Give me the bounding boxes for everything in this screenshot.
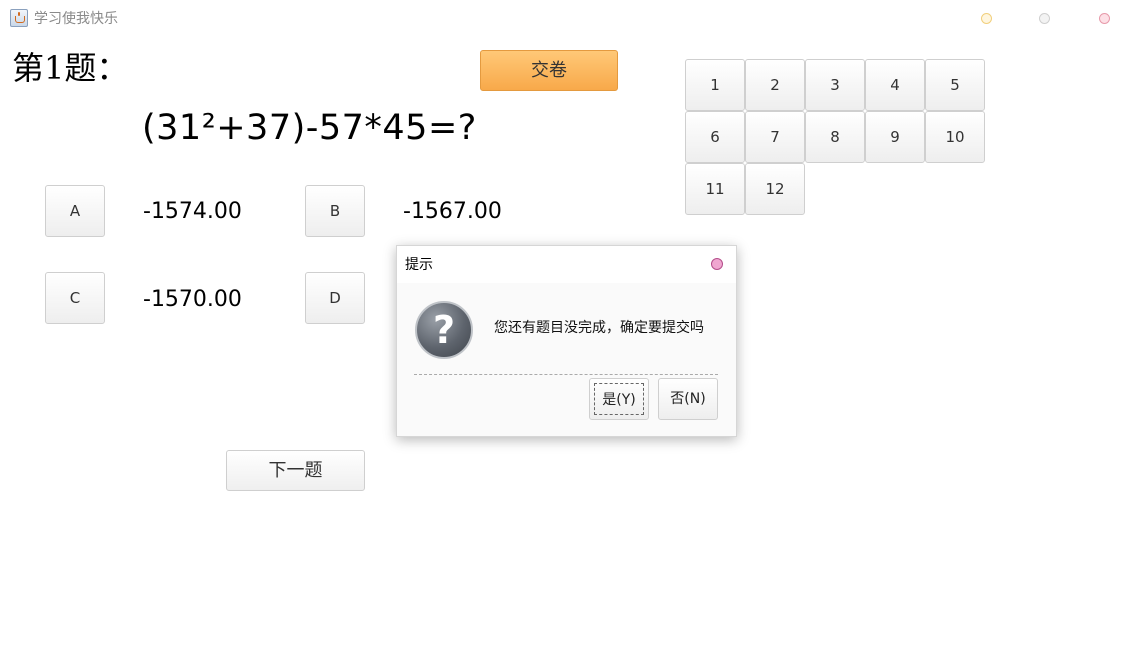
maximize-button[interactable]: [1039, 13, 1050, 24]
dialog-no-button[interactable]: 否(N): [658, 378, 718, 420]
option-a-value: -1574.00: [143, 199, 242, 224]
question-icon: ?: [415, 301, 473, 359]
question-grid-button-10[interactable]: 10: [925, 111, 985, 163]
question-expression: (31²+37)-57*45=?: [142, 108, 477, 148]
option-d-button[interactable]: D: [305, 272, 365, 324]
window-title: 学习使我快乐: [34, 11, 118, 27]
dialog-close-icon[interactable]: [711, 258, 723, 270]
option-c-value: -1570.00: [143, 287, 242, 312]
submit-button[interactable]: 交卷: [480, 50, 618, 91]
question-grid-button-9[interactable]: 9: [865, 111, 925, 163]
option-b-value: -1567.00: [403, 199, 502, 224]
question-grid-button-6[interactable]: 6: [685, 111, 745, 163]
question-grid-button-1[interactable]: 1: [685, 59, 745, 111]
question-grid-button-3[interactable]: 3: [805, 59, 865, 111]
question-number: 第1题：: [12, 49, 129, 87]
dialog-separator: [414, 374, 718, 375]
close-button[interactable]: [1099, 13, 1110, 24]
question-grid-button-12[interactable]: 12: [745, 163, 805, 215]
option-b-button[interactable]: B: [305, 185, 365, 237]
question-grid-button-7[interactable]: 7: [745, 111, 805, 163]
question-grid-button-2[interactable]: 2: [745, 59, 805, 111]
java-app-icon: [10, 9, 28, 27]
option-a-button[interactable]: A: [45, 185, 105, 237]
dialog-title-bar: [397, 246, 736, 283]
question-grid-button-8[interactable]: 8: [805, 111, 865, 163]
question-grid-button-11[interactable]: 11: [685, 163, 745, 215]
question-grid-button-5[interactable]: 5: [925, 59, 985, 111]
question-grid-button-4[interactable]: 4: [865, 59, 925, 111]
minimize-button[interactable]: [981, 13, 992, 24]
next-question-button[interactable]: 下一题: [226, 450, 365, 491]
dialog-yes-label: 是(Y): [594, 383, 644, 415]
option-c-button[interactable]: C: [45, 272, 105, 324]
dialog-yes-button[interactable]: 是(Y): [589, 378, 649, 420]
dialog-message: 您还有题目没完成，确定要提交吗: [494, 320, 704, 336]
confirm-dialog: 提示 ? 您还有题目没完成，确定要提交吗 是(Y) 否(N): [396, 245, 737, 437]
dialog-title: 提示: [405, 257, 433, 273]
